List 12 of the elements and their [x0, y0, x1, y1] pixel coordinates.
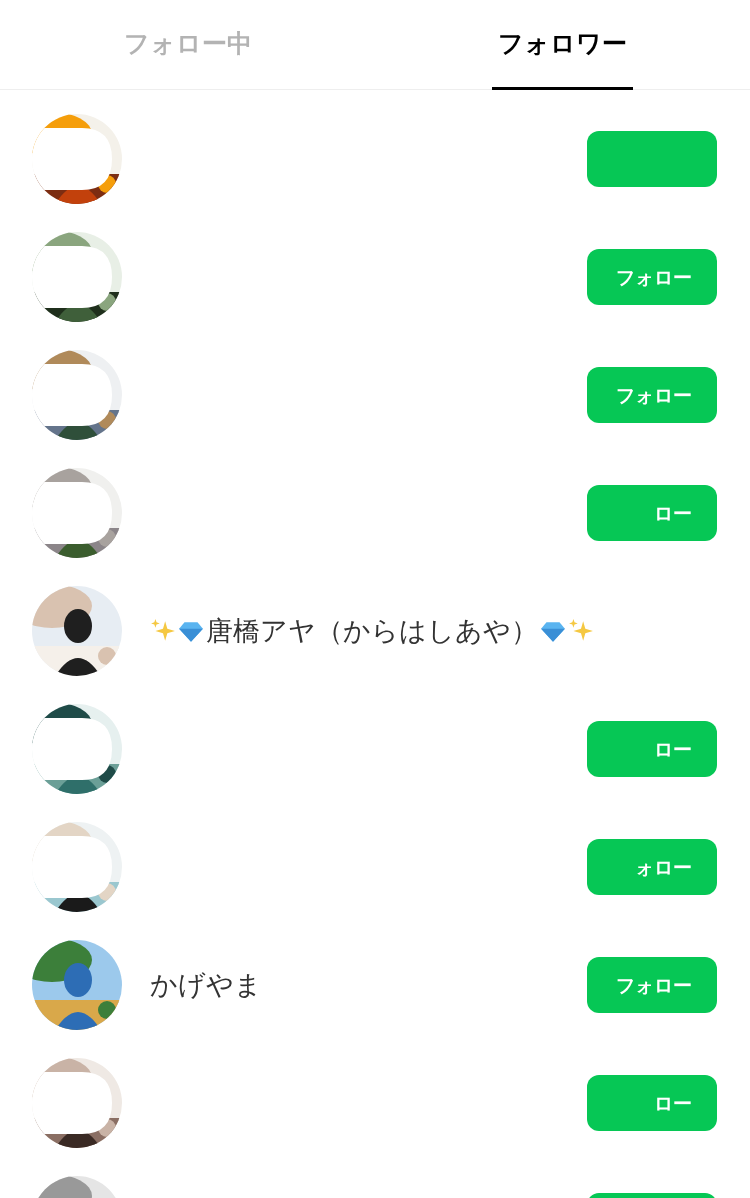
tab[interactable]: フォロワー: [492, 0, 633, 90]
follow-button[interactable]: ロー: [587, 485, 717, 541]
follow-button[interactable]: ロー: [587, 1075, 717, 1131]
follow-button[interactable]: [587, 131, 717, 187]
follow-button[interactable]: フォロー: [587, 957, 717, 1013]
tab[interactable]: フォロー中: [117, 0, 258, 90]
follow-button[interactable]: フォロー: [587, 367, 717, 423]
follow-button[interactable]: ォロー: [587, 839, 717, 895]
user-name: かげやま: [150, 967, 262, 1002]
follow-button[interactable]: ロー: [587, 721, 717, 777]
user-name: 唐橋アヤ（からはしあや）: [206, 613, 538, 648]
follow-button[interactable]: フォロー: [587, 249, 717, 305]
